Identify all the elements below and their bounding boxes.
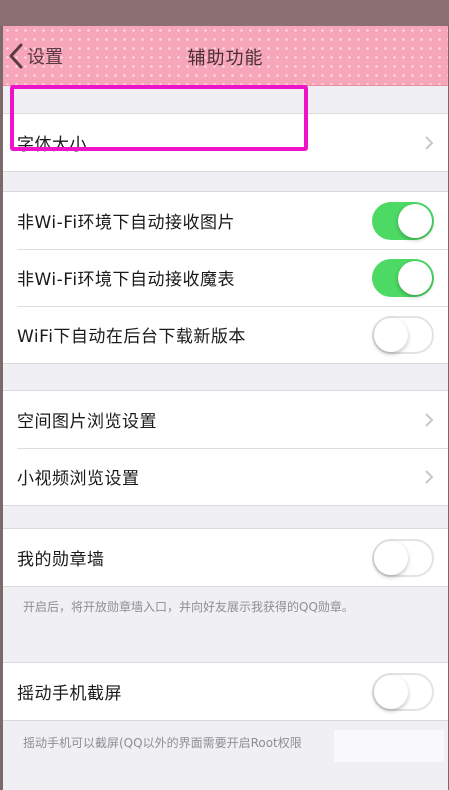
settings-group-browse: 空间图片浏览设置 小视频浏览设置 (3, 390, 448, 506)
toggle-medal-wall[interactable] (372, 538, 434, 577)
toggle-knob (398, 260, 432, 295)
chevron-right-icon (425, 135, 434, 150)
status-bar-strip (0, 0, 449, 26)
footnote-medal-wall: 开启后，将开放勋章墙入口，并向好友展示我获得的QQ勋章。 (23, 600, 354, 614)
row-label: 非Wi-Fi环境下自动接收图片 (17, 213, 236, 233)
settings-group-download: 非Wi-Fi环境下自动接收图片 非Wi-Fi环境下自动接收魔表 WiFi下自动在… (3, 191, 448, 364)
row-font-size[interactable]: 字体大小 (3, 114, 448, 171)
toggle-knob (374, 674, 408, 709)
row-auto-receive-magic-faces: 非Wi-Fi环境下自动接收魔表 (3, 249, 448, 306)
chevron-right-icon (425, 412, 434, 427)
toggle-knob (374, 317, 408, 352)
chevron-right-icon (425, 469, 434, 484)
accessibility-screen: 设置 辅助功能 字体大小 非Wi-Fi环境下自动接收图片 非Wi-Fi环境下自动… (3, 26, 448, 790)
row-label: 小视频浏览设置 (17, 469, 140, 489)
row-label: 空间图片浏览设置 (17, 412, 157, 432)
toggle-auto-receive-images[interactable] (372, 201, 434, 240)
settings-group-shake: 摇动手机截屏 (3, 662, 448, 721)
row-shake-screenshot: 摇动手机截屏 (3, 663, 448, 720)
toggle-knob (374, 540, 408, 575)
toggle-wifi-auto-download-update[interactable] (372, 315, 434, 354)
toggle-knob (398, 203, 432, 238)
row-label: 字体大小 (17, 135, 87, 155)
row-medal-wall: 我的勋章墙 (3, 529, 448, 586)
row-label: 摇动手机截屏 (17, 684, 122, 704)
page-title: 辅助功能 (187, 48, 264, 69)
watermark-overlay (334, 730, 444, 762)
row-wifi-auto-download-update: WiFi下自动在后台下载新版本 (3, 306, 448, 363)
toggle-shake-screenshot[interactable] (372, 672, 434, 711)
settings-group-medal: 我的勋章墙 (3, 528, 448, 587)
row-label: 非Wi-Fi环境下自动接收魔表 (17, 270, 236, 290)
row-auto-receive-images: 非Wi-Fi环境下自动接收图片 (3, 192, 448, 249)
row-qzone-image-browse[interactable]: 空间图片浏览设置 (3, 391, 448, 448)
settings-group-font: 字体大小 (3, 113, 448, 172)
navigation-bar: 设置 辅助功能 (3, 26, 448, 86)
row-label: 我的勋章墙 (17, 550, 105, 570)
row-short-video-browse[interactable]: 小视频浏览设置 (3, 448, 448, 505)
row-label: WiFi下自动在后台下载新版本 (17, 327, 246, 347)
toggle-auto-receive-magic-faces[interactable] (372, 258, 434, 297)
